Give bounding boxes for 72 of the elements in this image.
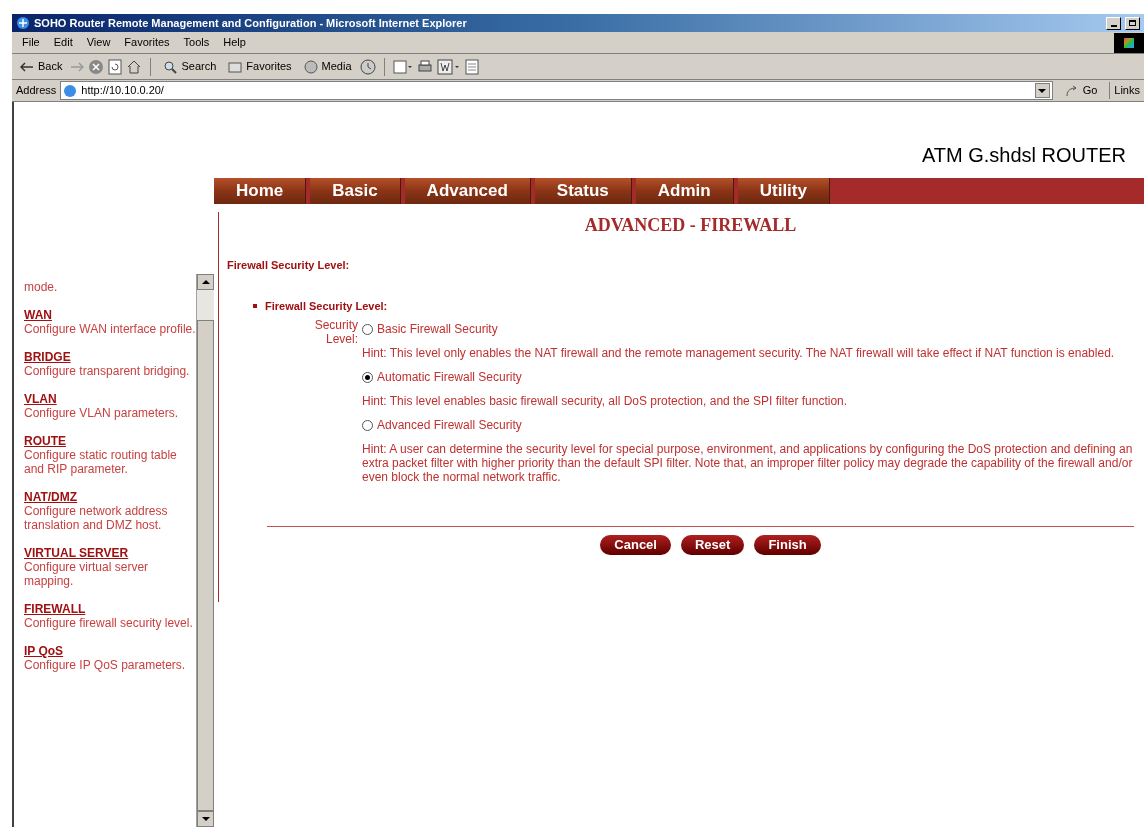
- radio-option[interactable]: Automatic Firewall Security: [362, 368, 1134, 386]
- search-button[interactable]: Search: [159, 56, 221, 77]
- window-title: SOHO Router Remote Management and Configuration - Microsoft Internet Explorer: [34, 15, 468, 31]
- radio-button[interactable]: [362, 371, 373, 383]
- sidebar-description: Configure static routing table and RIP parameter.: [24, 448, 178, 476]
- favorites-button[interactable]: Favorites: [224, 56, 296, 77]
- radio-option[interactable]: Basic Firewall Security: [362, 320, 1134, 338]
- nav-tab[interactable]: Basic: [310, 178, 401, 204]
- sidebar-link[interactable]: ROUTE: [24, 434, 196, 448]
- sidebar-link[interactable]: WAN: [24, 308, 196, 322]
- stop-icon[interactable]: [88, 58, 105, 75]
- media-button[interactable]: Media: [299, 56, 356, 77]
- sidebar-description: mode.: [24, 280, 59, 294]
- sidebar-description: Configure network address translation and DMZ host.: [24, 504, 169, 532]
- hint-text: Hint: This level enables basic firewall security, all DoS protection, and the SPI filter function.: [362, 394, 849, 408]
- product-name: ATM G.shdsl ROUTER: [921, 143, 1126, 168]
- field-label: Security Level:: [313, 318, 359, 348]
- search-icon: [163, 59, 178, 74]
- page-title: ADVANCED - FIREWALL: [583, 214, 797, 237]
- address-label: Address: [16, 83, 57, 99]
- hint-text: Hint: A user can determine the security level for special purpose, environment, and applications by configuring the DoS protection and defining an extra packet filter with higher priority than the default SPI filter. Note that, an improper filter policy may degrade the capability of the firewall and/or even block the normal network traffic.: [362, 442, 1134, 484]
- links-button[interactable]: Links: [1109, 82, 1144, 99]
- scrollbar[interactable]: [196, 274, 214, 827]
- history-icon[interactable]: [359, 58, 376, 75]
- page-icon: [63, 83, 78, 98]
- nav-tab[interactable]: Advanced: [404, 178, 531, 204]
- form-button[interactable]: Finish: [754, 535, 821, 555]
- sidebar-link[interactable]: FIREWALL: [24, 602, 196, 616]
- hint-text: Hint: This level only enables the NAT firewall and the remote management security. The NAT firewall will take effect if NAT function is enabled.: [362, 346, 1116, 360]
- go-arrow-icon: [1064, 84, 1079, 97]
- menu-item[interactable]: File: [16, 34, 46, 51]
- radio-button[interactable]: [362, 323, 373, 335]
- sidebar-link[interactable]: NAT/DMZ: [24, 490, 196, 504]
- sidebar-link[interactable]: BRIDGE: [24, 350, 196, 364]
- menu-item[interactable]: Tools: [177, 34, 216, 51]
- form-button[interactable]: Cancel: [600, 535, 671, 555]
- section-heading: Firewall Security Level:: [227, 258, 351, 273]
- windows-logo-icon: [1114, 32, 1144, 53]
- sidebar-link[interactable]: VLAN: [24, 392, 196, 406]
- menu-item[interactable]: Edit: [47, 34, 79, 51]
- document-icon[interactable]: [464, 58, 479, 75]
- back-button[interactable]: Back: [16, 56, 67, 77]
- menu-item[interactable]: Favorites: [118, 34, 176, 51]
- menu-item[interactable]: Help: [217, 34, 252, 51]
- nav-tab[interactable]: Home: [214, 178, 307, 204]
- subsection-heading: Firewall Security Level:: [265, 298, 388, 314]
- radio-option[interactable]: Advanced Firewall Security: [362, 416, 1134, 434]
- restore-button[interactable]: [1125, 16, 1140, 30]
- minimize-button[interactable]: [1106, 16, 1121, 30]
- home-icon[interactable]: [126, 58, 143, 75]
- sidebar-description: Configure transparent bridging.: [24, 364, 191, 378]
- sidebar-description: Configure firewall security level.: [24, 616, 194, 630]
- nav-tab[interactable]: Admin: [635, 178, 734, 204]
- refresh-icon[interactable]: [108, 58, 123, 75]
- address-field[interactable]: http://10.10.0.20/: [60, 81, 1053, 100]
- nav-tab[interactable]: Utility: [737, 178, 830, 204]
- edit-icon[interactable]: [436, 58, 461, 75]
- sidebar-description: Configure VLAN parameters.: [24, 406, 180, 420]
- form-button[interactable]: Reset: [680, 535, 745, 555]
- sidebar-link[interactable]: VIRTUAL SERVER: [24, 546, 196, 560]
- nav-tab[interactable]: Status: [534, 178, 632, 204]
- bullet-icon: [253, 303, 257, 308]
- browser-icon: [16, 16, 30, 30]
- sidebar-description: Configure IP QoS parameters.: [24, 658, 187, 672]
- print-icon[interactable]: [416, 58, 433, 75]
- radio-button[interactable]: [362, 419, 373, 431]
- sidebar-description: Configure virtual server mapping.: [24, 560, 150, 588]
- sidebar-description: Configure WAN interface profile.: [24, 322, 196, 336]
- menu-item[interactable]: View: [80, 34, 117, 51]
- go-button[interactable]: Go: [1056, 82, 1106, 99]
- back-arrow-icon: [20, 61, 34, 72]
- sidebar-link[interactable]: IP QoS: [24, 644, 196, 658]
